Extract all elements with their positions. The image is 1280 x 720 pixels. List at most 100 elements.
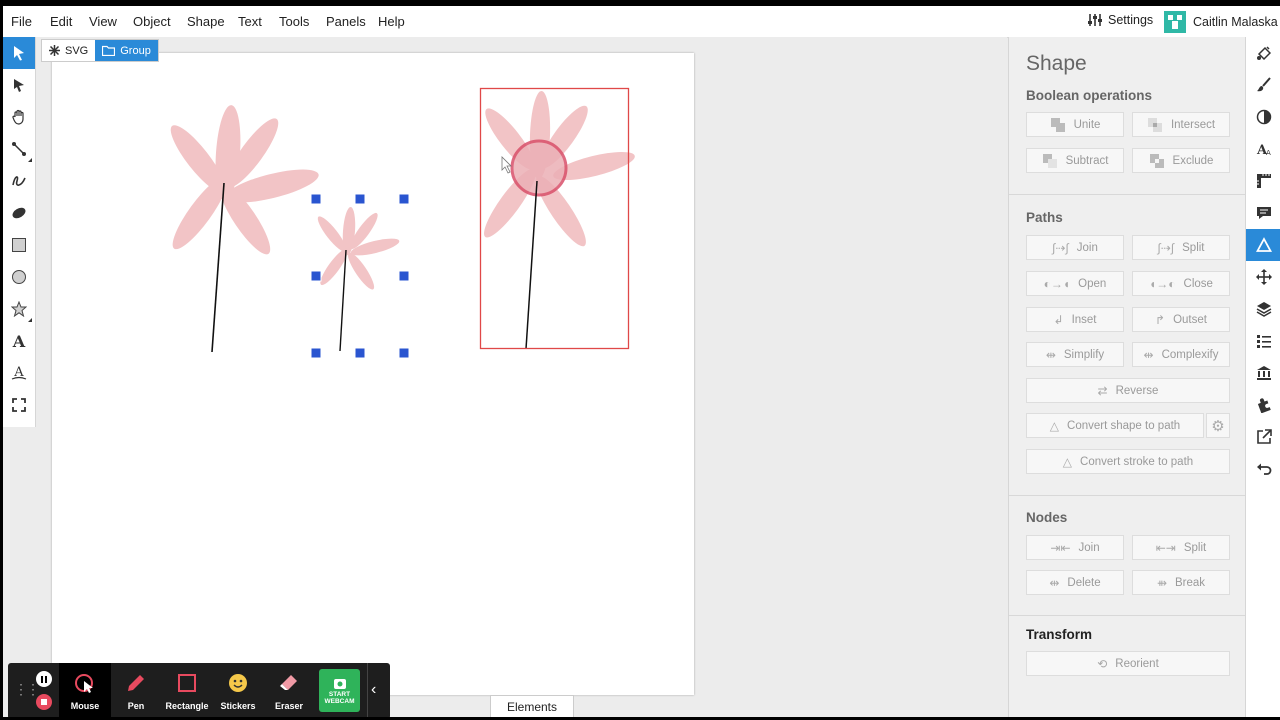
node-break-button[interactable]: ⇻ Break	[1132, 570, 1230, 595]
node-delete-button[interactable]: ⇹ Delete	[1026, 570, 1124, 595]
shape-triangle-icon[interactable]	[1246, 229, 1280, 261]
drag-handle-icon[interactable]: ⋮⋮	[14, 681, 40, 698]
flower-2[interactable]	[314, 207, 401, 352]
reorient-label: Reorient	[1115, 657, 1159, 670]
chevron-left-icon[interactable]: ‹	[371, 681, 376, 699]
undo-icon[interactable]	[1246, 453, 1280, 485]
divider	[1009, 495, 1246, 496]
intersect-icon	[1147, 117, 1162, 132]
list-icon[interactable]	[1246, 325, 1280, 357]
document-page[interactable]: SVG Group	[41, 39, 694, 695]
crop-icon[interactable]	[3, 389, 35, 421]
puzzle-icon[interactable]	[1246, 389, 1280, 421]
breadcrumb-group[interactable]: Group	[95, 40, 158, 61]
menu-tools[interactable]: Tools	[279, 14, 309, 29]
pointer-icon[interactable]	[3, 37, 35, 69]
node-break-icon: ⇻	[1156, 575, 1167, 590]
rectangle-icon	[178, 674, 196, 692]
divider	[367, 663, 368, 717]
intersect-button[interactable]: Intersect	[1132, 112, 1230, 137]
drawing[interactable]	[52, 53, 694, 695]
outset-label: Outset	[1173, 313, 1207, 326]
flower-3[interactable]	[477, 91, 637, 350]
menu-shape[interactable]: Shape	[187, 14, 225, 29]
screen-recorder-toolbar: ⋮⋮ Mouse Pen Rectangle Stickers Eraser S…	[8, 663, 390, 717]
canvas-area[interactable]: SVG Group	[36, 37, 1007, 717]
settings-button[interactable]: Settings	[1088, 13, 1153, 27]
path-open-button[interactable]: ◐→◖ Open	[1026, 271, 1124, 296]
hand-icon[interactable]	[3, 101, 35, 133]
node-pointer-icon[interactable]	[3, 69, 35, 101]
open-path-icon: ◐→◖	[1043, 276, 1071, 291]
convert-stroke-to-path-button[interactable]: △ Convert stroke to path	[1026, 449, 1230, 474]
outset-icon: ↱	[1155, 312, 1166, 327]
move-icon[interactable]	[1246, 261, 1280, 293]
recorder-rectangle-tool[interactable]: Rectangle	[161, 663, 213, 717]
breadcrumb-svg[interactable]: SVG	[42, 40, 95, 61]
warning-triangle-icon: △	[1062, 454, 1073, 469]
recorder-eraser-tool[interactable]: Eraser	[263, 663, 315, 717]
path-join-button[interactable]: ∫⇢∫ Join	[1026, 235, 1124, 260]
warning-triangle-icon: △	[1049, 418, 1060, 433]
simplify-button[interactable]: ⇹ Simplify	[1026, 342, 1124, 367]
text-on-path-icon[interactable]: A	[3, 357, 35, 389]
text-icon[interactable]: A	[3, 325, 35, 357]
menu-panels[interactable]: Panels	[326, 14, 366, 29]
intersect-label: Intersect	[1170, 118, 1216, 131]
unite-button[interactable]: Unite	[1026, 112, 1124, 137]
brush-blob-icon[interactable]	[3, 197, 35, 229]
ruler-icon[interactable]	[1246, 165, 1280, 197]
menu-view[interactable]: View	[89, 14, 117, 29]
close-path-icon: ◖→◐	[1149, 276, 1176, 291]
recorder-eraser-label: Eraser	[274, 701, 304, 711]
recorder-mouse-tool[interactable]: Mouse	[59, 663, 111, 717]
pen-icon	[128, 675, 144, 691]
svg-text:A: A	[12, 333, 26, 349]
subtract-button[interactable]: Subtract	[1026, 148, 1124, 173]
node-split-button[interactable]: ⇤⇥ Split	[1132, 535, 1230, 560]
contrast-icon[interactable]	[1246, 101, 1280, 133]
freehand-icon[interactable]	[3, 165, 35, 197]
flower-1[interactable]	[163, 104, 321, 353]
convert-settings-button[interactable]: ⚙	[1206, 413, 1230, 438]
menu-object[interactable]: Object	[133, 14, 171, 29]
user-menu[interactable]: Caitlin Malaska	[1164, 11, 1278, 33]
line-icon[interactable]	[3, 133, 35, 165]
menu-file[interactable]: File	[11, 14, 32, 29]
complexify-icon: ⇹	[1143, 347, 1154, 362]
recorder-pen-tool[interactable]: Pen	[110, 663, 162, 717]
path-split-button[interactable]: ∫⇢∫ Split	[1132, 235, 1230, 260]
inset-button[interactable]: ↲ Inset	[1026, 307, 1124, 332]
settings-label: Settings	[1108, 13, 1154, 27]
brush-icon[interactable]	[1246, 69, 1280, 101]
path-close-button[interactable]: ◖→◐ Close	[1132, 271, 1230, 296]
comment-icon[interactable]	[1246, 197, 1280, 229]
pause-icon[interactable]	[36, 671, 52, 687]
ellipse-icon[interactable]	[3, 261, 35, 293]
library-icon[interactable]	[1246, 357, 1280, 389]
recorder-stickers-tool[interactable]: Stickers	[212, 663, 264, 717]
outset-button[interactable]: ↱ Outset	[1132, 307, 1230, 332]
start-webcam-button[interactable]: START WEBCAM	[319, 669, 360, 712]
paths-section-title: Paths	[1026, 210, 1063, 225]
elements-tab[interactable]: Elements	[490, 695, 574, 717]
typography-icon[interactable]: AA	[1246, 133, 1280, 165]
menu-edit[interactable]: Edit	[50, 14, 72, 29]
rectangle-icon[interactable]	[3, 229, 35, 261]
stop-icon[interactable]	[36, 694, 52, 710]
webcam-icon	[333, 678, 346, 689]
layers-icon[interactable]	[1246, 293, 1280, 325]
convert-shape-to-path-button[interactable]: △ Convert shape to path	[1026, 413, 1204, 438]
export-icon[interactable]	[1246, 421, 1280, 453]
menu-help[interactable]: Help	[378, 14, 405, 29]
exclude-button[interactable]: Exclude	[1132, 148, 1230, 173]
node-join-button[interactable]: ⇥⇤ Join	[1026, 535, 1124, 560]
reorient-button[interactable]: ⟲ Reorient	[1026, 651, 1230, 676]
reverse-button[interactable]: ⇄ Reverse	[1026, 378, 1230, 403]
menu-text[interactable]: Text	[238, 14, 262, 29]
complexify-button[interactable]: ⇹ Complexify	[1132, 342, 1230, 367]
path-close-label: Close	[1183, 277, 1213, 290]
avatar	[1164, 11, 1186, 33]
star-icon[interactable]	[3, 293, 35, 325]
fill-bucket-icon[interactable]	[1246, 37, 1280, 69]
